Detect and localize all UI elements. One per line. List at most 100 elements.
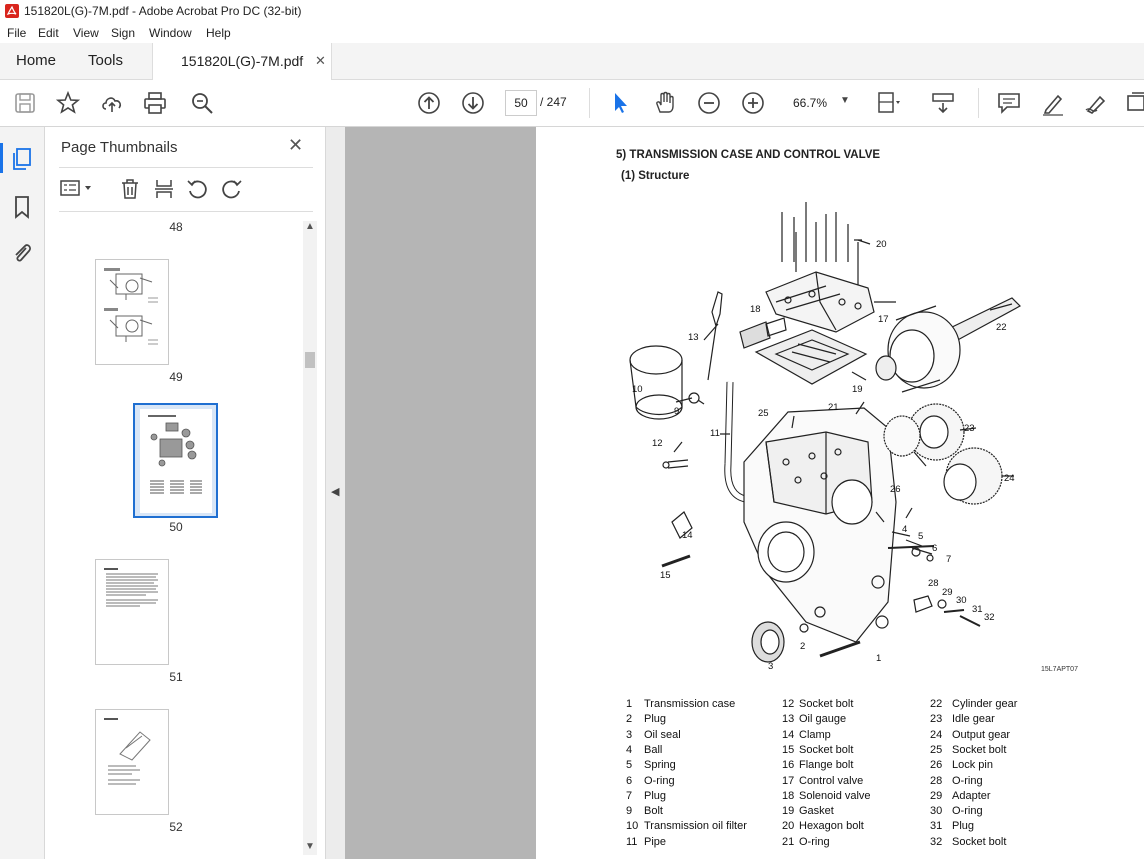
select-pointer-icon[interactable] — [607, 90, 633, 116]
zoom-out-icon[interactable] — [696, 90, 722, 116]
menu-window[interactable]: Window — [149, 26, 192, 40]
toolbar: 50 / 247 66.7% ▼ — [0, 80, 1144, 127]
part-name: Solenoid valve — [799, 789, 871, 802]
print-icon[interactable] — [142, 90, 168, 116]
part-number: 19 — [782, 805, 795, 818]
svg-text:22: 22 — [996, 322, 1007, 333]
thumbnail-page-50-selected[interactable] — [133, 403, 218, 518]
scroll-mode-icon[interactable] — [930, 90, 956, 116]
section-heading: 5) TRANSMISSION CASE AND CONTROL VALVE — [616, 149, 881, 161]
part-number: 14 — [782, 728, 795, 741]
toolbar-divider — [589, 88, 590, 118]
svg-text:18: 18 — [750, 304, 761, 315]
part-name: Oil seal — [644, 728, 681, 741]
part-name: Plug — [952, 820, 975, 833]
panel-collapse-bar[interactable]: ◀ — [325, 127, 346, 859]
part-name: Socket bolt — [952, 835, 1007, 848]
thumbnail-label-51: 51 — [169, 670, 183, 684]
menu-view[interactable]: View — [73, 26, 99, 40]
scroll-up-icon[interactable]: ▲ — [305, 221, 315, 232]
svg-text:11: 11 — [710, 428, 720, 439]
thumbnail-options-button[interactable] — [59, 175, 99, 201]
zoom-select[interactable]: 66.7% ▼ — [784, 90, 858, 116]
part-name: Bolt — [644, 805, 663, 818]
close-panel-icon[interactable]: ✕ — [288, 135, 303, 156]
svg-text:9: 9 — [674, 406, 679, 417]
part-number: 31 — [930, 820, 943, 833]
delete-page-icon[interactable] — [119, 178, 141, 200]
attachment-icon[interactable] — [11, 241, 33, 265]
part-number: 3 — [626, 728, 633, 741]
star-icon[interactable] — [55, 90, 81, 116]
page-fit-icon[interactable] — [875, 90, 901, 116]
extract-pages-icon[interactable] — [153, 178, 175, 200]
menu-edit[interactable]: Edit — [38, 26, 59, 40]
tab-tools[interactable]: Tools — [88, 43, 123, 79]
part-number: 22 — [930, 698, 943, 710]
menu-help[interactable]: Help — [206, 26, 231, 40]
previous-page-icon[interactable] — [416, 90, 442, 116]
close-tab-icon[interactable]: ✕ — [315, 43, 326, 79]
thumbnail-page-51[interactable] — [95, 559, 169, 665]
svg-text:28: 28 — [928, 578, 939, 589]
svg-text:24: 24 — [1004, 473, 1015, 484]
hand-tool-icon[interactable] — [652, 90, 678, 116]
more-tools-icon[interactable] — [1124, 90, 1144, 116]
thumbnail-page-49[interactable] — [95, 259, 169, 365]
pdf-page: 5) TRANSMISSION CASE AND CONTROL VALVE (… — [536, 127, 1144, 859]
bookmark-icon[interactable] — [13, 195, 31, 219]
svg-text:13: 13 — [688, 332, 699, 343]
tab-home[interactable]: Home — [16, 43, 56, 79]
save-icon[interactable] — [12, 90, 38, 116]
part-name: Plug — [644, 789, 667, 802]
collapse-left-icon[interactable]: ◀ — [331, 485, 339, 498]
panel-divider — [59, 211, 313, 212]
upload-cloud-icon[interactable] — [99, 90, 125, 116]
tab-bar: Home Tools 151820L(G)-7M.pdf ✕ — [0, 43, 1144, 80]
svg-text:31: 31 — [972, 604, 983, 615]
part-number: 29 — [930, 789, 943, 802]
thumbnail-scrollbar[interactable]: ▲ ▼ — [303, 221, 317, 855]
part-name: Plug — [644, 713, 667, 726]
part-number: 2 — [626, 713, 633, 726]
next-page-icon[interactable] — [460, 90, 486, 116]
scrollbar-thumb[interactable] — [305, 352, 315, 368]
page-thumbnails-icon[interactable] — [11, 147, 33, 171]
svg-text:4: 4 — [902, 524, 907, 535]
rotate-clockwise-icon[interactable] — [221, 178, 243, 200]
find-zoom-icon[interactable] — [189, 90, 215, 116]
part-name: Gasket — [799, 805, 834, 818]
part-name: Transmission case — [644, 698, 736, 710]
left-navigation-rail — [0, 127, 45, 859]
part-name: Lock pin — [952, 759, 993, 772]
part-number: 11 — [626, 835, 638, 848]
page-number-input[interactable]: 50 — [505, 90, 537, 116]
zoom-value: 66.7% — [793, 96, 828, 110]
rotate-counterclockwise-icon[interactable] — [186, 178, 208, 200]
comment-icon[interactable] — [996, 90, 1022, 116]
scroll-down-icon[interactable]: ▼ — [305, 841, 315, 852]
part-number: 21 — [782, 835, 795, 848]
part-number: 1 — [626, 698, 633, 710]
tab-document[interactable]: 151820L(G)-7M.pdf ✕ — [152, 43, 332, 80]
part-name: Socket bolt — [952, 743, 1007, 756]
part-name: Cylinder gear — [952, 698, 1018, 710]
menu-file[interactable]: File — [7, 26, 26, 40]
highlight-pen-icon[interactable] — [1040, 90, 1066, 116]
menu-sign[interactable]: Sign — [111, 26, 135, 40]
part-number: 25 — [930, 743, 943, 756]
part-number: 15 — [782, 743, 795, 756]
title-bar: 151820L(G)-7M.pdf - Adobe Acrobat Pro DC… — [0, 0, 1144, 23]
thumbnail-label-52: 52 — [169, 820, 183, 834]
active-rail-indicator — [0, 143, 3, 173]
svg-text:2: 2 — [800, 641, 805, 652]
zoom-in-icon[interactable] — [740, 90, 766, 116]
svg-text:23: 23 — [964, 423, 975, 434]
panel-title: Page Thumbnails — [61, 139, 178, 156]
part-name: Clamp — [799, 728, 831, 741]
svg-text:26: 26 — [890, 484, 901, 495]
thumbnail-page-52[interactable] — [95, 709, 169, 815]
sign-pen-icon[interactable] — [1083, 90, 1109, 116]
svg-text:7: 7 — [946, 554, 951, 565]
part-name: Adapter — [952, 789, 991, 802]
